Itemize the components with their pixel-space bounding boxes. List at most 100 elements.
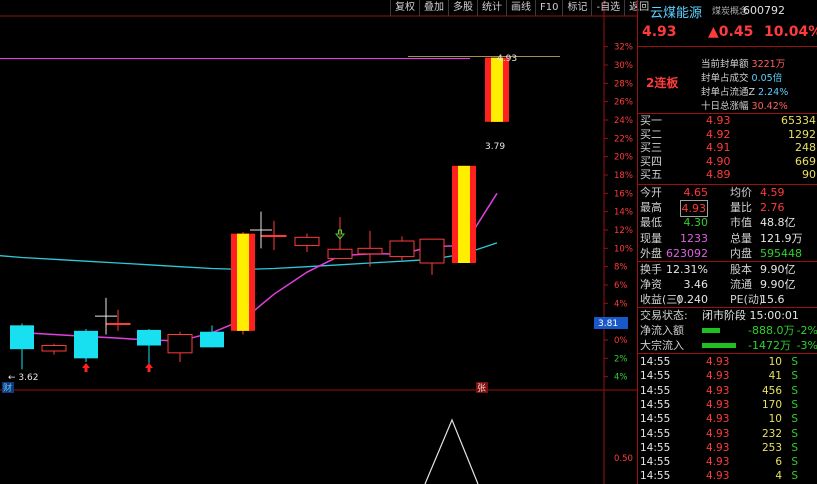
order-price: 4.93	[706, 114, 731, 127]
trade-side: S	[791, 413, 798, 426]
candle-body-up	[261, 235, 287, 237]
order-volume: 248	[795, 141, 816, 155]
toolbar-btn-1[interactable]: 叠加	[419, 0, 448, 16]
flow-label: 大宗流入	[640, 339, 684, 352]
candle-body-up	[357, 247, 383, 255]
toolbar-btn-3[interactable]: 统计	[477, 0, 506, 16]
stat-row: 今开 4.65 均价 4.59	[638, 185, 817, 200]
stat-row: 换手 12.31% 股本 9.90亿	[638, 262, 817, 277]
low-price-label: ← 3.62	[8, 373, 38, 383]
order-price: 4.90	[706, 154, 731, 168]
order-volume: 1292	[788, 127, 816, 141]
y-tick-label: 22%	[614, 134, 633, 144]
y-tick-label: 20%	[614, 153, 633, 163]
toolbar-btn-7[interactable]: -自选	[591, 0, 624, 16]
trade-price: 4.93	[706, 413, 730, 426]
stat-value: 4.30	[683, 216, 709, 230]
stat-value: 9.90亿	[760, 278, 796, 292]
y-tick-label: 8%	[614, 263, 628, 273]
stat-label: 最低	[640, 216, 662, 230]
order-price: 4.91	[706, 141, 731, 155]
candle-body-inner	[237, 233, 249, 331]
trade-volume: 10	[768, 356, 782, 368]
toolbar-btn-6[interactable]: 标记	[562, 0, 591, 16]
trade-price: 4.93	[706, 470, 730, 483]
y-tick-label: 12%	[614, 226, 633, 236]
stat-value: 9.90亿	[760, 263, 796, 276]
order-row[interactable]: 买一 4.93 65334	[638, 114, 817, 128]
high-price-label: 4.93	[497, 54, 517, 64]
divider	[638, 46, 817, 47]
flow-row: 净流入额 -888.0万 -2%	[638, 323, 817, 338]
trade-side: S	[791, 470, 798, 483]
stat-label: 收益(三)	[640, 293, 682, 307]
y-tick-label: 28%	[614, 79, 633, 89]
stat-label: 净资	[640, 278, 662, 292]
trade-row: 14:55 4.93 41 S	[638, 369, 817, 383]
trade-side: S	[791, 384, 798, 397]
y-tick-label: 30%	[614, 61, 633, 71]
trade-side: S	[791, 398, 798, 411]
trade-row: 14:55 4.93 253 S	[638, 441, 817, 455]
order-price: 4.92	[706, 127, 731, 141]
candle-body-up	[167, 334, 193, 354]
stat-label: 内盘	[730, 246, 752, 260]
trade-volume: 253	[761, 441, 782, 454]
trade-side: S	[791, 370, 798, 383]
toolbar-btn-0[interactable]: 复权	[390, 0, 419, 16]
trade-volume: 6	[775, 456, 782, 469]
flow-value: -888.0万	[748, 324, 795, 337]
trade-row: 14:55 4.93 232 S	[638, 427, 817, 441]
order-row[interactable]: 买二 4.92 1292	[638, 128, 817, 142]
flow-pct: -2%	[796, 324, 817, 337]
trade-row: 14:55 4.93 170 S	[638, 398, 817, 412]
trade-volume: 10	[768, 413, 782, 426]
stat-row: 净资 3.46 流通 9.90亿	[638, 277, 817, 292]
trade-price: 4.93	[706, 356, 730, 368]
trade-volume: 232	[761, 427, 782, 440]
stock-name[interactable]: 云煤能源	[650, 2, 702, 21]
up-arrow-icon	[82, 363, 90, 372]
stat-row: 现量 1233 总量 121.9万	[638, 231, 817, 246]
trade-row: 14:55 4.93 6 S	[638, 455, 817, 469]
order-label: 买三	[640, 141, 662, 155]
order-volume: 669	[795, 154, 816, 168]
trade-side: S	[791, 441, 798, 454]
trade-time: 14:55	[640, 413, 671, 426]
order-row[interactable]: 买五 4.89 90	[638, 168, 817, 182]
toolbar: 复权 叠加 多股 统计 画线 F10 标记 -自选 返回	[390, 0, 653, 16]
trade-volume: 456	[761, 384, 782, 397]
trade-row: 14:55 4.93 10 S	[638, 412, 817, 426]
y-tick-label: 10%	[614, 244, 633, 254]
y-tick-label: 26%	[614, 98, 633, 108]
stat-value: 121.9万	[760, 231, 803, 245]
trade-time: 14:55	[640, 441, 671, 454]
toolbar-btn-2[interactable]: 多股	[448, 0, 477, 16]
kline-chart[interactable]: 32% 30% 28% 26% 24% 22% 20% 18% 16% 14% 12% 10% 8% 6%…	[0, 0, 637, 484]
trade-time: 14:55	[640, 456, 671, 469]
order-label: 买一	[640, 114, 662, 127]
y-tick-label: 2%	[614, 354, 628, 364]
trade-row: 14:55 4.93 4 S	[638, 469, 817, 483]
order-price: 4.89	[706, 168, 731, 182]
stat-row: 收益(三) 0.240 PE(动) 15.6	[638, 292, 817, 307]
flow-pct: -3%	[796, 339, 817, 352]
order-row[interactable]: 买三 4.91 248	[638, 141, 817, 155]
stat-value: 12.31%	[666, 263, 708, 276]
y-tick-label: 18%	[614, 171, 633, 181]
stat-row: 外盘 623092 内盘 595448	[638, 246, 817, 261]
stat-value: 3.46	[683, 278, 709, 292]
order-row[interactable]: 买四 4.90 669	[638, 155, 817, 169]
candle-body-up	[294, 236, 320, 247]
y-tick-label: 14%	[614, 208, 633, 218]
toolbar-btn-5[interactable]: F10	[535, 0, 562, 16]
toolbar-btn-4[interactable]: 画线	[506, 0, 535, 16]
stat-value: 15.6	[760, 293, 785, 307]
stat-label: 流通	[730, 278, 752, 292]
trade-time: 14:55	[640, 356, 671, 368]
trade-price: 4.93	[706, 398, 730, 411]
candle-body-inner	[491, 57, 503, 122]
flow-row: 大宗流入 -1472万 -3%	[638, 338, 817, 353]
stat-label: 总量	[730, 231, 752, 245]
indicator-line	[424, 418, 479, 484]
